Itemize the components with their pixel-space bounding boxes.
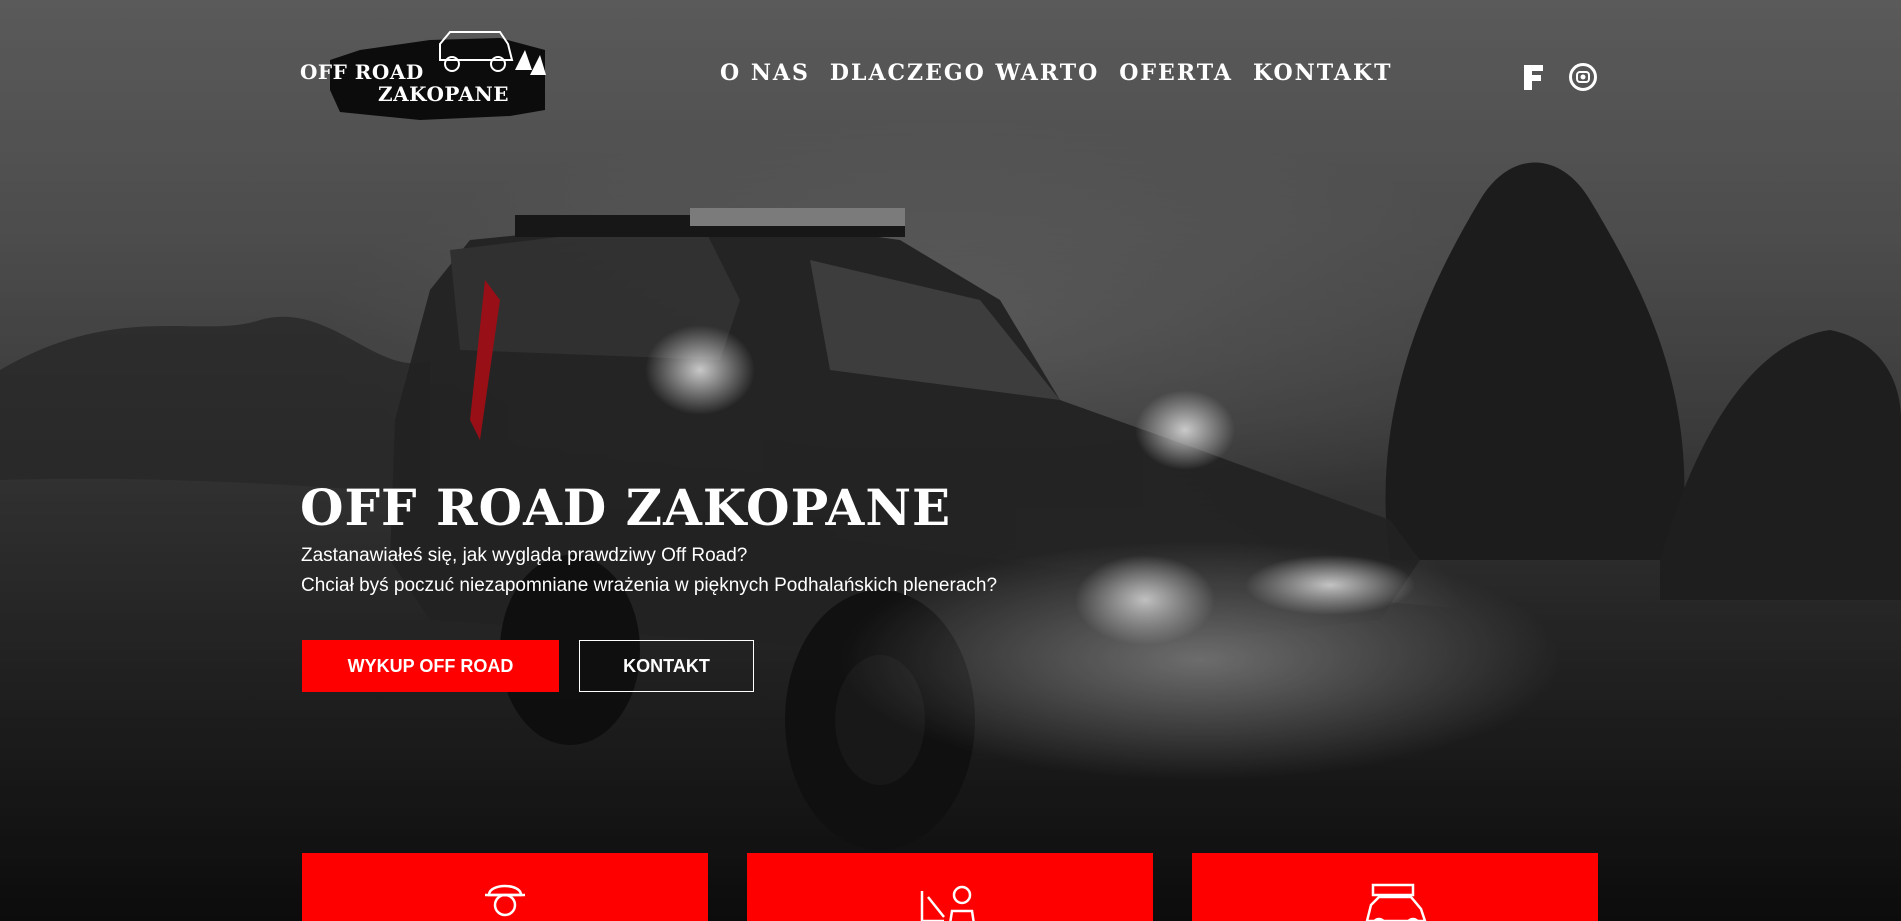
nav-item-oferta[interactable]: OFERTA — [1119, 60, 1233, 86]
mechanic-icon — [920, 885, 975, 921]
contact-button[interactable]: KONTAKT — [579, 640, 754, 692]
hero-subtitle-line-2: Chciał byś poczuć niezapomniane wrażenia… — [301, 575, 998, 596]
logo-text-off-road: OFF ROAD — [300, 60, 424, 84]
nav-item-o-nas[interactable]: O NAS — [720, 60, 810, 86]
main-nav: O NAS DLACZEGO WARTO OFERTA KONTAKT — [720, 60, 1393, 86]
hero-section: OFF ROAD ZAKOPANE O NAS DLACZEGO WARTO O… — [0, 0, 1901, 921]
hero-title: OFF ROAD ZAKOPANE — [300, 478, 952, 537]
feature-card-2 — [747, 853, 1153, 921]
hero-background-image — [0, 0, 1901, 921]
facebook-icon[interactable] — [1518, 62, 1548, 92]
site-logo[interactable]: OFF ROAD ZAKOPANE — [300, 30, 550, 122]
feature-card-1 — [302, 853, 708, 921]
driver-icon — [485, 884, 525, 917]
buy-offroad-button[interactable]: WYKUP OFF ROAD — [302, 640, 559, 692]
nav-item-dlaczego-warto[interactable]: DLACZEGO WARTO — [830, 60, 1099, 86]
offroad-car-icon — [1365, 883, 1427, 921]
nav-item-kontakt[interactable]: KONTAKT — [1253, 60, 1393, 86]
logo-text-zakopane: ZAKOPANE — [378, 82, 510, 106]
instagram-icon[interactable] — [1568, 62, 1598, 92]
hero-subtitle-line-1: Zastanawiałeś się, jak wygląda prawdziwy… — [301, 545, 748, 566]
social-links — [1518, 62, 1598, 92]
feature-card-3 — [1192, 853, 1598, 921]
